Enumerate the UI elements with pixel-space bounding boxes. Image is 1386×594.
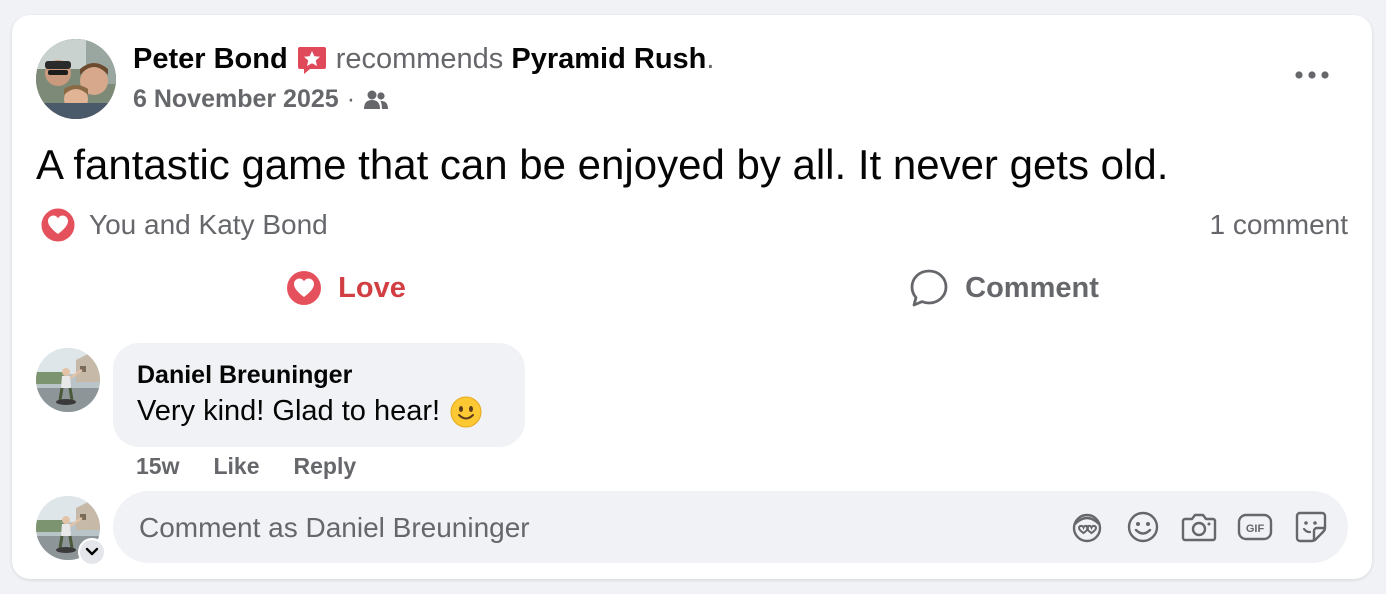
comment-button[interactable]: Comment xyxy=(664,265,1344,311)
more-options-button[interactable] xyxy=(1288,57,1336,93)
post-meta: 6 November 2025 · xyxy=(133,85,389,114)
header-period: . xyxy=(706,43,715,75)
reaction-names[interactable]: You and Katy Bond xyxy=(89,209,328,241)
comment-count[interactable]: 1 comment xyxy=(1210,209,1349,241)
comment-body: Very kind! Glad to hear! xyxy=(137,395,441,427)
comment-bubble: Daniel Breuninger Very kind! Glad to hea… xyxy=(113,343,525,447)
comment-age[interactable]: 15w xyxy=(136,453,179,480)
love-label: Love xyxy=(338,271,406,304)
svg-text:GIF: GIF xyxy=(1246,523,1265,535)
commenter-avatar[interactable] xyxy=(36,348,100,412)
chevron-down-icon xyxy=(85,547,99,556)
comment-label: Comment xyxy=(965,271,1099,304)
post-date[interactable]: 6 November 2025 xyxy=(133,85,339,114)
post-card: Peter Bond recommends Pyramid Rush . 6 N… xyxy=(12,15,1372,579)
gif-icon[interactable]: GIF xyxy=(1237,509,1273,545)
smiling-face-icon xyxy=(450,396,482,428)
love-button[interactable]: Love xyxy=(36,265,656,311)
comment-author[interactable]: Daniel Breuninger xyxy=(137,361,352,390)
comment-icon xyxy=(910,269,948,307)
love-reaction-icon[interactable] xyxy=(40,207,76,243)
post-body: A fantastic game that can be enjoyed by … xyxy=(36,141,1169,188)
recommends-text: recommends xyxy=(335,43,504,75)
recommend-star-icon xyxy=(296,44,328,76)
comment-meta: 15w Like Reply xyxy=(136,453,390,480)
author-avatar[interactable] xyxy=(36,39,116,119)
comment-text: Very kind! Glad to hear! xyxy=(137,395,482,428)
love-icon xyxy=(287,271,322,305)
more-icon xyxy=(1295,71,1329,79)
author-name[interactable]: Peter Bond xyxy=(133,43,288,76)
profile-switch-chevron[interactable] xyxy=(78,538,106,566)
sticker-icon[interactable] xyxy=(1293,509,1329,545)
meta-separator: · xyxy=(346,85,356,113)
emoji-icon[interactable] xyxy=(1125,509,1161,545)
comment-reply-button[interactable]: Reply xyxy=(294,453,357,480)
avatar-sticker-icon[interactable] xyxy=(1069,509,1105,545)
friends-icon[interactable] xyxy=(363,89,389,111)
comment-like-button[interactable]: Like xyxy=(213,453,259,480)
camera-icon[interactable] xyxy=(1181,509,1217,545)
post-header: Peter Bond recommends Pyramid Rush . xyxy=(133,43,714,76)
comment-input[interactable] xyxy=(137,491,1041,565)
page-name[interactable]: Pyramid Rush xyxy=(511,43,706,76)
comment-composer: GIF xyxy=(113,491,1348,565)
